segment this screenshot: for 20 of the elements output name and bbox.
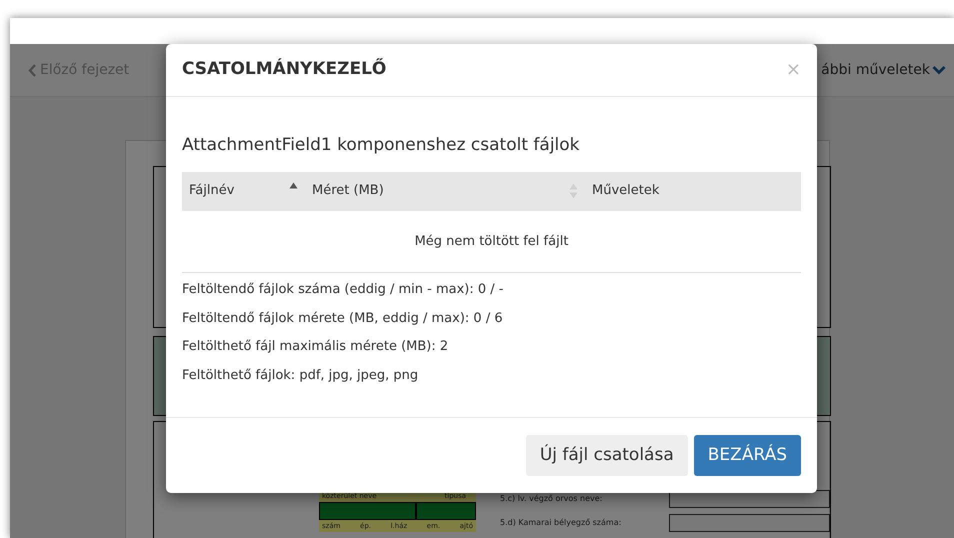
column-header[interactable]: Fájlnév xyxy=(189,181,234,201)
chevron-down-icon xyxy=(932,65,946,75)
info-text: Feltölthető fájl maximális mérete (MB): 2 xyxy=(182,338,450,356)
action-button[interactable]: Új fájl csatolása xyxy=(526,434,688,476)
action-button[interactable]: BEZÁRÁS xyxy=(694,434,801,476)
field-label: 5.d) Kamarai bélyegző száma: xyxy=(500,517,622,529)
column-header[interactable]: Méret (MB) xyxy=(312,181,384,201)
info-text: Feltöltendő fájlok mérete (MB, eddig / max): 0 / 6 xyxy=(182,310,504,328)
input-field[interactable] xyxy=(319,502,416,520)
more-actions-link[interactable]: ábbi műveletek xyxy=(821,60,946,80)
info-text: Feltölthető fájlok: pdf, jpg, jpeg, png xyxy=(182,366,420,384)
empty-table-message: Még nem töltött fel fájlt xyxy=(182,210,801,273)
column-header[interactable]: Műveletek xyxy=(592,181,660,201)
chevron-left-icon xyxy=(28,64,37,76)
input-field[interactable] xyxy=(669,514,830,532)
info-text: Feltöltendő fájlok száma (eddig / min - max): 0 / - xyxy=(182,281,504,299)
input-field[interactable] xyxy=(416,502,476,520)
attachments-heading: AttachmentField1 komponenshez csatolt fájlok xyxy=(182,134,581,157)
field-label: 5.c) lv. végző orvos neve: xyxy=(500,493,602,505)
modal-title: CSATOLMÁNYKEZELŐ xyxy=(182,57,386,82)
